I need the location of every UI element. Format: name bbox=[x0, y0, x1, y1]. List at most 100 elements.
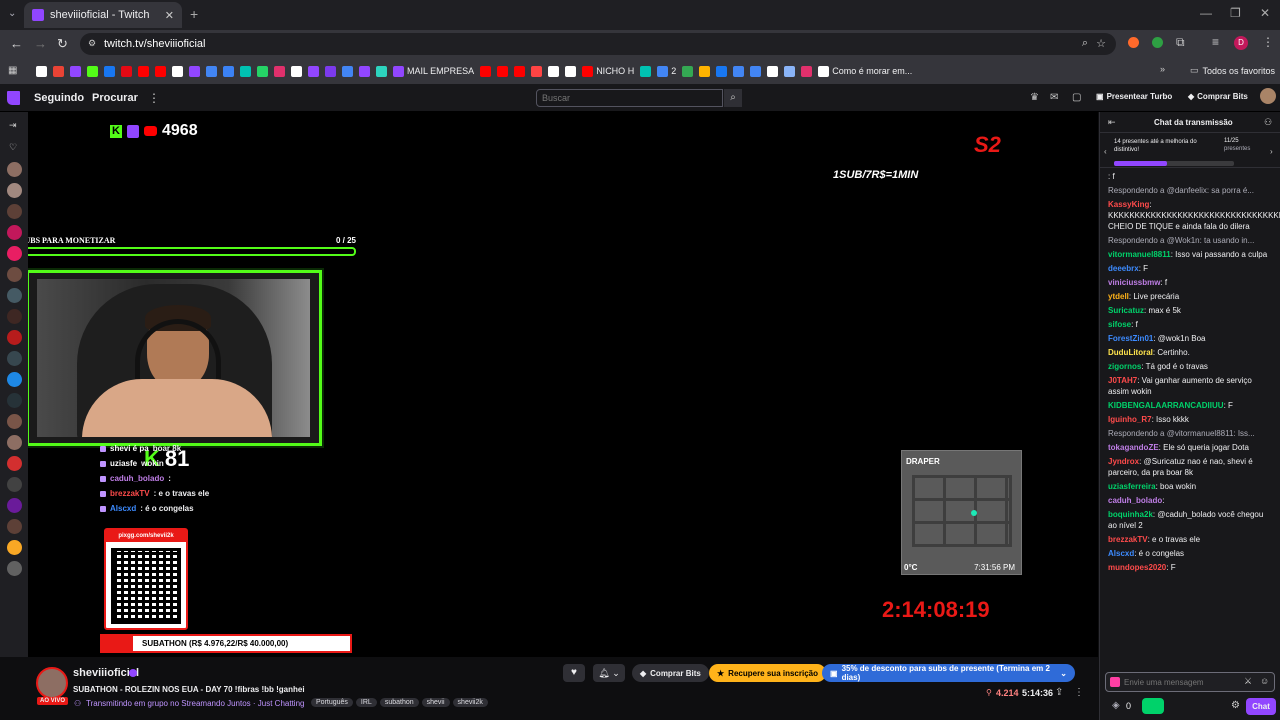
bookmark-item[interactable] bbox=[548, 65, 560, 77]
points-bonus-button[interactable] bbox=[1142, 698, 1164, 714]
maximize-icon[interactable]: ❐ bbox=[1230, 6, 1241, 20]
bookmark-item[interactable] bbox=[87, 65, 98, 77]
profile-avatar[interactable]: D bbox=[1234, 36, 1248, 50]
gift-next-icon[interactable]: › bbox=[1270, 147, 1273, 156]
chat-username[interactable]: ytdell bbox=[1108, 292, 1129, 301]
followed-channel-avatar[interactable] bbox=[7, 246, 22, 261]
group-stream-info[interactable]: Transmitindo em grupo no Streamando Junt… bbox=[86, 699, 304, 708]
menu-icon[interactable]: ⋮ bbox=[1262, 35, 1274, 49]
bookmark-item[interactable] bbox=[716, 65, 728, 77]
bookmark-item[interactable] bbox=[342, 65, 353, 77]
bookmark-item[interactable] bbox=[70, 65, 81, 77]
gift-turbo-button[interactable]: ▣ Presentear Turbo bbox=[1096, 92, 1172, 101]
bookmark-item[interactable] bbox=[257, 65, 268, 77]
chat-username[interactable]: viniciussbmw bbox=[1108, 278, 1160, 287]
channel-points[interactable]: 0 bbox=[1126, 701, 1131, 711]
more-options-icon[interactable]: ⋮ bbox=[1074, 687, 1084, 698]
bookmark-item[interactable] bbox=[801, 65, 813, 77]
chat-message-input[interactable] bbox=[1124, 675, 1240, 689]
followed-channel-avatar[interactable] bbox=[7, 477, 22, 492]
bookmark-item[interactable] bbox=[359, 65, 370, 77]
followed-channel-avatar[interactable] bbox=[7, 540, 22, 555]
forward-icon[interactable]: → bbox=[34, 36, 47, 51]
chat-username[interactable]: brezzakTV bbox=[1108, 535, 1148, 544]
stream-tag[interactable]: IRL bbox=[355, 698, 377, 707]
new-tab-button[interactable]: + bbox=[190, 6, 198, 22]
chat-username[interactable]: uziasferreira bbox=[1108, 482, 1156, 491]
bookmark-item[interactable] bbox=[565, 65, 577, 77]
bookmark-item[interactable] bbox=[291, 65, 302, 77]
notifications-button[interactable]: 🔔︎ ⌄ bbox=[593, 664, 625, 682]
bookmark-item[interactable] bbox=[376, 65, 387, 77]
followed-channel-avatar[interactable] bbox=[7, 330, 22, 345]
followed-channel-avatar[interactable] bbox=[7, 498, 22, 513]
bookmark-item[interactable] bbox=[308, 65, 319, 77]
bits-chat-icon[interactable] bbox=[1110, 677, 1120, 687]
chat-username[interactable]: J0TAH7 bbox=[1108, 376, 1137, 385]
followed-channel-avatar[interactable] bbox=[7, 435, 22, 450]
nav-browse[interactable]: Procurar bbox=[92, 92, 138, 104]
bookmark-item[interactable] bbox=[531, 65, 543, 77]
buy-bits-button[interactable]: ◆ Comprar Bits bbox=[632, 664, 709, 682]
chat-username[interactable]: Alscxd bbox=[1108, 549, 1134, 558]
bookmark-item[interactable]: 2 bbox=[657, 65, 676, 77]
follow-heart-button[interactable]: ♥ bbox=[563, 664, 585, 682]
stream-tag[interactable]: shevii2k bbox=[452, 698, 488, 707]
chat-username[interactable]: sifose bbox=[1108, 320, 1131, 329]
channel-avatar[interactable] bbox=[36, 667, 68, 699]
bookmark-item[interactable] bbox=[53, 65, 64, 77]
chat-username[interactable]: Suricatuz bbox=[1108, 306, 1144, 315]
chat-username[interactable]: Iguinho_R7 bbox=[1108, 415, 1152, 424]
bookmark-item[interactable] bbox=[274, 65, 285, 77]
extensions-puzzle-icon[interactable]: ⧉ bbox=[1176, 35, 1185, 50]
mod-icon[interactable]: ⚔ bbox=[1244, 676, 1252, 687]
chat-username[interactable]: DuduLitoral bbox=[1108, 348, 1153, 357]
extension-icon[interactable] bbox=[1128, 37, 1139, 48]
recover-sub-button[interactable]: ★ Recupere sua inscrição bbox=[709, 664, 826, 682]
search-input[interactable] bbox=[536, 89, 723, 107]
chat-username[interactable]: caduh_bolado bbox=[1108, 496, 1162, 505]
chat-settings-icon[interactable]: ⚙ bbox=[1231, 700, 1240, 711]
stream-tag[interactable]: subathon bbox=[379, 698, 419, 707]
followed-channel-avatar[interactable] bbox=[7, 162, 22, 177]
followed-channel-avatar[interactable] bbox=[7, 561, 22, 576]
followed-channel-avatar[interactable] bbox=[7, 456, 22, 471]
video-player[interactable]: K 4968 SUBS PARA MONETIZAR 0 / 25 K 81 s… bbox=[28, 112, 1098, 657]
chat-username[interactable]: vitormanuel8811 bbox=[1108, 250, 1171, 259]
followed-channel-avatar[interactable] bbox=[7, 414, 22, 429]
minimize-icon[interactable]: — bbox=[1200, 6, 1212, 20]
browser-tab[interactable]: sheviiioficial - Twitch ✕ bbox=[24, 2, 182, 28]
twitch-logo-icon[interactable] bbox=[7, 91, 20, 105]
collapse-chat-icon[interactable]: ⇤ bbox=[1108, 117, 1116, 128]
followed-channel-avatar[interactable] bbox=[7, 183, 22, 198]
bookmark-item[interactable] bbox=[240, 65, 251, 77]
chat-username[interactable]: tokagandoZE bbox=[1108, 443, 1159, 452]
whispers-icon[interactable]: ▢ bbox=[1072, 92, 1081, 103]
bookmark-item[interactable] bbox=[104, 65, 115, 77]
followed-channel-avatar[interactable] bbox=[7, 372, 22, 387]
bookmark-item[interactable]: NICHO H bbox=[582, 65, 634, 77]
bookmark-item[interactable] bbox=[189, 65, 200, 77]
gift-discount-button[interactable]: ▣ 35% de desconto para subs de presente … bbox=[822, 664, 1075, 682]
followed-channel-avatar[interactable] bbox=[7, 225, 22, 240]
emote-icon[interactable]: ☺ bbox=[1260, 676, 1269, 686]
chat-input[interactable]: ⚔ ☺ bbox=[1105, 672, 1275, 692]
tab-search-icon[interactable]: ⌄ bbox=[8, 8, 16, 19]
bookmark-item[interactable] bbox=[138, 65, 149, 77]
chat-username[interactable]: KassyKing bbox=[1108, 200, 1149, 209]
bookmark-item[interactable] bbox=[172, 65, 183, 77]
more-bookmarks-icon[interactable]: » bbox=[1160, 64, 1165, 74]
get-bits-button[interactable]: ◆ Comprar Bits bbox=[1188, 92, 1248, 101]
more-nav-icon[interactable]: ⋮ bbox=[148, 91, 160, 105]
bookmark-item[interactable] bbox=[750, 65, 762, 77]
address-bar[interactable]: ⚙ twitch.tv/sheviiioficial ⌕ ☆ bbox=[80, 33, 1116, 55]
stream-tag[interactable]: Português bbox=[311, 698, 353, 707]
followed-channel-avatar[interactable] bbox=[7, 288, 22, 303]
heart-icon[interactable]: ♡ bbox=[9, 142, 17, 153]
bookmark-item[interactable] bbox=[480, 65, 492, 77]
close-tab-icon[interactable]: ✕ bbox=[165, 9, 174, 22]
channel-points-icon[interactable]: ◈ bbox=[1112, 700, 1120, 711]
bookmark-item[interactable] bbox=[514, 65, 526, 77]
media-icon[interactable]: ≡ bbox=[1212, 35, 1219, 49]
nav-following[interactable]: Seguindo bbox=[34, 92, 84, 104]
